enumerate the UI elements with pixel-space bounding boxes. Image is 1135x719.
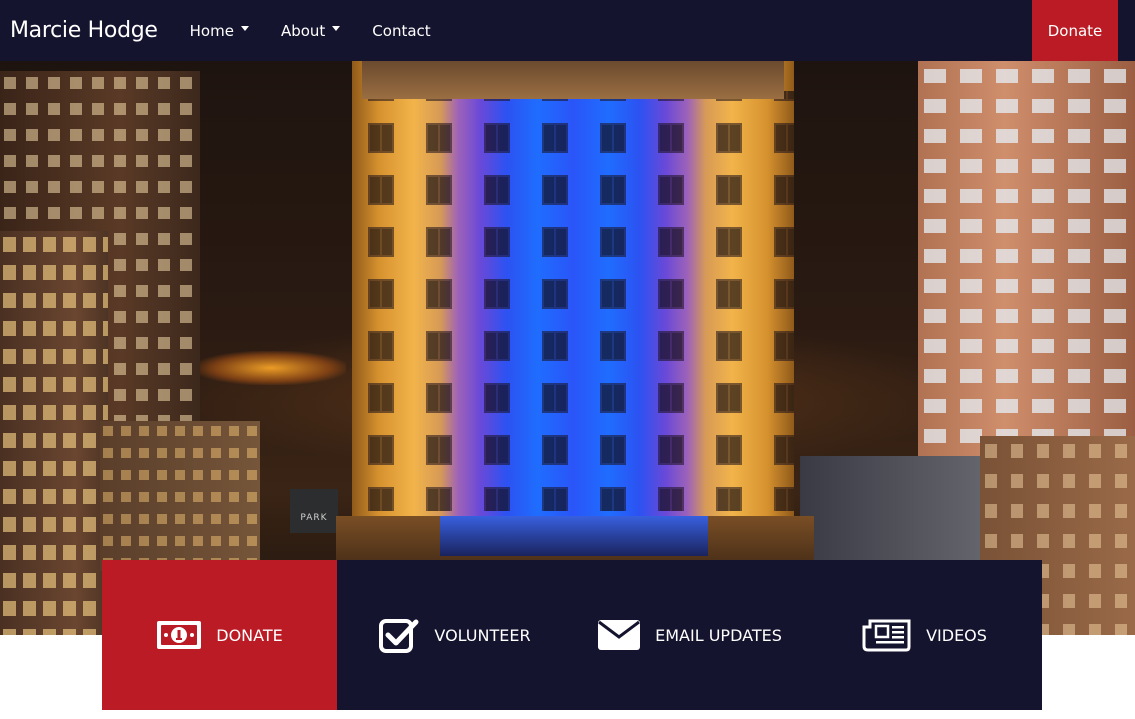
envelope-icon <box>597 618 641 652</box>
chevron-down-icon <box>240 26 249 31</box>
nav-contact[interactable]: Contact <box>372 22 430 40</box>
site-brand[interactable]: Marcie Hodge <box>10 18 158 43</box>
left-near-windows <box>0 231 108 635</box>
checkbox-icon <box>378 616 420 654</box>
money-bill-icon <box>156 619 202 651</box>
newspaper-icon <box>862 617 912 653</box>
harbor-lights <box>196 351 346 385</box>
videos-action-button[interactable]: VIDEOS <box>807 560 1042 710</box>
videos-action-label: VIDEOS <box>926 625 987 645</box>
email-updates-action-label: EMAIL UPDATES <box>655 625 782 645</box>
right-glass-building <box>800 456 990 566</box>
nav-home-label: Home <box>189 21 234 40</box>
action-bar: DONATE VOLUNTEER EMAIL UPDATES VIDEOS <box>102 560 1042 710</box>
hero-image: PARK <box>0 61 1135 635</box>
tower-top <box>362 61 784 99</box>
volunteer-action-button[interactable]: VOLUNTEER <box>337 560 572 710</box>
nav-about[interactable]: About <box>280 21 341 40</box>
left-low-building <box>100 421 260 571</box>
right-tower-windows <box>918 61 1135 481</box>
left-near-building <box>0 231 108 635</box>
nav-donate-button[interactable]: Donate <box>1032 0 1118 61</box>
left-low-windows <box>100 421 260 571</box>
chevron-down-icon <box>332 26 341 31</box>
email-updates-action-button[interactable]: EMAIL UPDATES <box>572 560 807 710</box>
park-sign: PARK <box>290 489 338 533</box>
donate-action-button[interactable]: DONATE <box>102 560 337 710</box>
donate-action-label: DONATE <box>216 625 283 645</box>
nav-contact-label: Contact <box>372 21 431 40</box>
volunteer-action-label: VOLUNTEER <box>434 625 531 645</box>
top-navbar: Marcie Hodge Home About Contact Donate <box>0 0 1135 61</box>
nav-about-label: About <box>280 21 326 40</box>
nav-home[interactable]: Home <box>190 22 249 40</box>
nav-donate-label: Donate <box>1047 21 1103 40</box>
right-tower <box>918 61 1135 481</box>
tower-entry-lights <box>440 516 708 556</box>
